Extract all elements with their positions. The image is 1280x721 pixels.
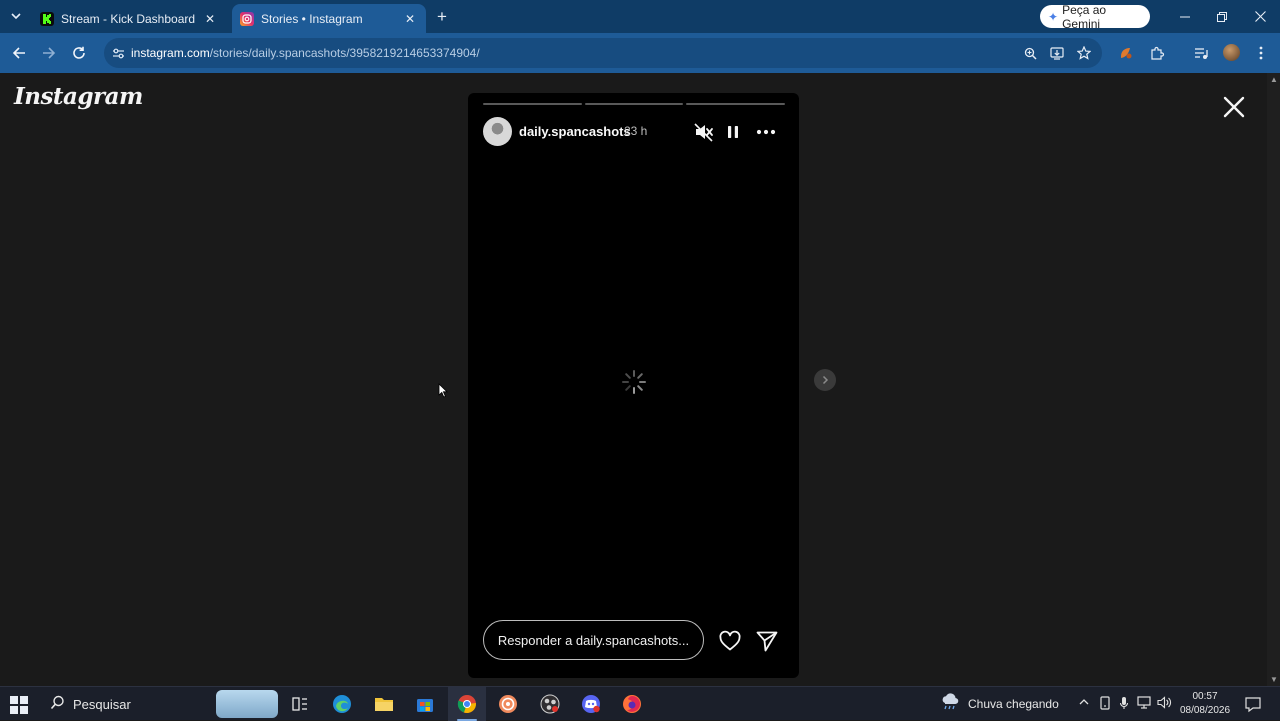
url-path: /stories/daily.spancashots/3958219214653… [209, 46, 480, 60]
story-header: daily.spancashots 23 h [483, 116, 785, 146]
browser-toolbar: instagram.com/stories/daily.spancashots/… [0, 33, 1280, 73]
tab-close-icon[interactable]: ✕ [402, 11, 418, 27]
scroll-down-arrow-icon[interactable]: ▼ [1270, 675, 1278, 684]
instagram-stories-page: Instagram daily.spancashots 23 h Respond… [0, 73, 1267, 686]
tab-strip: Stream - Kick Dashboard ✕ Stories • Inst… [0, 0, 1280, 33]
progress-segment [483, 103, 582, 105]
search-highlight-illustration[interactable] [216, 690, 278, 718]
profile-avatar[interactable] [1223, 44, 1240, 61]
ask-gemini-button[interactable]: ✦ Peça ao Gemini [1040, 2, 1150, 31]
swirl-app-icon[interactable] [496, 692, 520, 716]
reply-placeholder: Responder a daily.spancashots... [497, 632, 690, 648]
tab-search-chevron-icon[interactable] [6, 6, 26, 26]
tab-instagram-stories[interactable]: Stories • Instagram ✕ [232, 4, 426, 33]
microphone-icon[interactable] [1119, 696, 1129, 713]
loading-spinner-icon [620, 368, 648, 396]
story-progress-bar [483, 103, 786, 105]
tab-title: Stream - Kick Dashboard [61, 11, 196, 26]
media-controls-icon[interactable] [1191, 43, 1211, 63]
clock-time: 00:57 [1192, 691, 1218, 702]
tab-title: Stories • Instagram [261, 11, 363, 26]
address-bar[interactable]: instagram.com/stories/daily.spancashots/… [104, 38, 1102, 68]
story-time-ago: 23 h [624, 124, 648, 138]
weather-text: Chuva chegando [968, 697, 1059, 711]
close-story-viewer-icon[interactable] [1220, 93, 1248, 121]
install-app-icon[interactable] [1049, 45, 1065, 61]
url-text: instagram.com/stories/daily.spancashots/… [131, 46, 480, 60]
new-tab-plus-icon[interactable]: + [432, 7, 452, 27]
extensions-puzzle-icon[interactable] [1147, 43, 1167, 63]
muted-speaker-icon[interactable] [693, 121, 715, 143]
site-info-tune-icon[interactable] [110, 45, 126, 61]
task-view-icon[interactable] [288, 692, 312, 716]
window-close-icon[interactable] [1241, 0, 1279, 33]
volume-icon[interactable] [1157, 696, 1172, 712]
progress-segment [584, 103, 684, 105]
taskbar-search[interactable]: Pesquisar [40, 687, 210, 721]
story-user-avatar[interactable] [483, 117, 512, 146]
zoom-icon[interactable] [1022, 45, 1038, 61]
system-clock[interactable]: 00:57 08/08/2026 [1176, 690, 1234, 718]
minimize-icon[interactable] [1166, 0, 1204, 33]
tab-kick-dashboard[interactable]: Stream - Kick Dashboard ✕ [32, 4, 226, 33]
forward-arrow-icon[interactable] [38, 42, 60, 64]
network-icon[interactable] [1137, 696, 1151, 712]
url-host: instagram.com [131, 46, 210, 60]
menu-dots-vertical-icon[interactable] [1251, 43, 1271, 63]
reply-input[interactable]: Responder a daily.spancashots... [483, 620, 704, 660]
story-username[interactable]: daily.spancashots [519, 124, 631, 139]
notification-icon[interactable] [1244, 695, 1262, 713]
edge-browser-icon[interactable] [330, 692, 354, 716]
mouse-pointer-icon [438, 383, 448, 398]
rain-cloud-icon [940, 692, 960, 716]
restore-icon[interactable] [1203, 0, 1241, 33]
back-arrow-icon[interactable] [8, 42, 30, 64]
gemini-sparkle-icon: ✦ [1048, 9, 1059, 24]
pause-icon[interactable] [722, 121, 744, 143]
tab-close-icon[interactable]: ✕ [202, 11, 218, 27]
windows-start-icon[interactable] [10, 696, 28, 714]
obs-studio-icon[interactable] [538, 692, 562, 716]
bookmark-star-icon[interactable] [1076, 45, 1092, 61]
story-card[interactable]: daily.spancashots 23 h Responder a daily… [468, 93, 799, 678]
firefox-icon[interactable] [620, 692, 644, 716]
progress-segment [686, 103, 786, 105]
instagram-favicon-icon [240, 11, 254, 26]
search-label: Pesquisar [73, 696, 131, 712]
share-send-icon[interactable] [755, 629, 779, 653]
reload-icon[interactable] [68, 42, 90, 64]
file-explorer-icon[interactable] [372, 692, 396, 716]
weather-widget[interactable]: Chuva chegando [940, 687, 1059, 721]
like-heart-icon[interactable] [718, 629, 742, 653]
tray-chevron-up-icon[interactable] [1078, 696, 1090, 711]
search-icon [50, 695, 65, 714]
extension-orange-icon[interactable] [1116, 43, 1136, 63]
gemini-label: Peça ao Gemini [1062, 2, 1107, 31]
page-scrollbar[interactable]: ▲ ▼ [1267, 73, 1280, 686]
kick-favicon-icon [40, 11, 54, 26]
chrome-icon[interactable] [455, 692, 479, 721]
more-options-dots-icon[interactable] [755, 121, 777, 143]
instagram-logo[interactable]: Instagram [14, 83, 143, 110]
clock-date: 08/08/2026 [1179, 705, 1231, 716]
discord-icon[interactable] [579, 692, 603, 716]
tray-device-icon[interactable] [1099, 696, 1111, 713]
microsoft-store-icon[interactable] [413, 692, 437, 716]
windows-taskbar: Pesquisar Chuva chegando 00:57 08/08/202… [0, 686, 1280, 721]
scroll-up-arrow-icon[interactable]: ▲ [1270, 75, 1278, 84]
next-story-chevron-icon[interactable] [814, 369, 836, 391]
